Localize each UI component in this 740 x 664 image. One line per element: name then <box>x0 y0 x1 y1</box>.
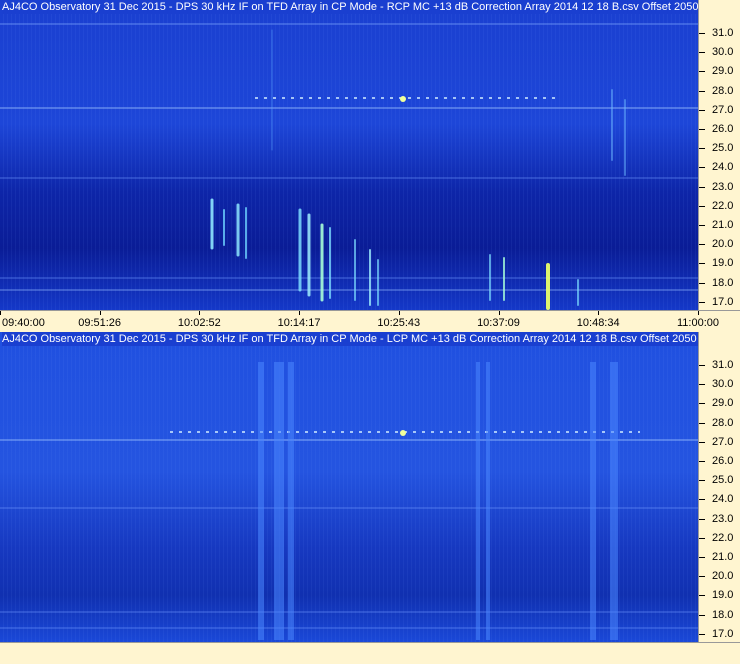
x-tick <box>299 311 301 315</box>
y-tick-label: 31.0 <box>712 359 734 371</box>
y-tick <box>699 33 705 34</box>
y-tick-label: 24.0 <box>712 161 734 174</box>
spectrogram-panel-lcp: AJ4CO Observatory 31 Dec 2015 - DPS 30 k… <box>0 332 740 664</box>
y-tick-label: 26.0 <box>712 455 734 467</box>
y-tick-label: 22.0 <box>712 531 734 544</box>
x-tick <box>698 311 699 315</box>
y-tick <box>699 537 705 539</box>
y-tick-label: 23.0 <box>712 180 734 193</box>
y-tick <box>699 90 705 92</box>
x-tick-label: 10:37:09 <box>477 317 520 329</box>
x-tick-label: 10:02:52 <box>177 317 221 329</box>
time-axis: 09:40:00 09:51:26 10:02:52 10:14:17 10:25:43… <box>0 310 740 332</box>
spectrogram-lcp-features <box>0 362 698 640</box>
y-tick-label: 25.0 <box>712 474 734 487</box>
x-tick-label: 10:25:43 <box>377 317 421 329</box>
y-tick-label: 25.0 <box>712 142 734 155</box>
x-tick <box>199 311 201 315</box>
x-tick-label: 10:14:17 <box>277 317 321 329</box>
y-tick <box>699 205 705 207</box>
y-tick <box>699 422 705 424</box>
y-tick <box>699 441 705 443</box>
x-tick <box>498 311 500 315</box>
y-tick <box>699 129 705 130</box>
y-tick <box>699 225 705 226</box>
y-tick-label: 30.0 <box>712 46 734 59</box>
spectrogram-rcp <box>0 0 698 310</box>
x-tick-label: 11:00:00 <box>677 317 720 329</box>
spectrogram-panel-rcp: AJ4CO Observatory 31 Dec 2015 - DPS 30 k… <box>0 0 740 332</box>
x-tick <box>99 311 101 315</box>
y-tick-label: 24.0 <box>712 493 734 506</box>
y-tick-label: 22.0 <box>712 199 734 212</box>
y-tick <box>699 576 705 578</box>
y-tick <box>699 614 705 616</box>
x-tick <box>398 311 400 315</box>
y-tick <box>699 461 705 462</box>
y-tick <box>699 186 705 188</box>
x-tick <box>598 311 600 315</box>
y-tick <box>699 263 705 265</box>
y-tick-label: 19.0 <box>712 589 734 602</box>
y-tick <box>699 499 705 501</box>
spectrogram-rcp-features <box>0 23 698 310</box>
y-tick <box>699 518 705 520</box>
y-tick-label: 23.0 <box>712 512 734 525</box>
y-tick <box>699 52 705 54</box>
spectrogram-lcp <box>0 332 698 642</box>
y-tick <box>699 384 705 386</box>
x-tick-label: 09:40:00 <box>2 317 45 329</box>
y-tick-label: 28.0 <box>712 84 734 97</box>
y-tick-label: 28.0 <box>712 416 734 429</box>
y-tick-label: 21.0 <box>712 551 734 563</box>
y-tick-label: 18.0 <box>712 608 734 621</box>
y-tick <box>699 167 705 169</box>
x-tick-label: 09:51:26 <box>78 317 122 329</box>
y-tick-label: 21.0 <box>712 219 734 231</box>
y-tick-label: 30.0 <box>712 378 734 391</box>
y-tick <box>699 365 705 366</box>
y-tick-label: 31.0 <box>712 27 734 39</box>
y-tick-label: 26.0 <box>712 123 734 135</box>
y-tick <box>699 301 705 303</box>
spectrogram-title-lcp: AJ4CO Observatory 31 Dec 2015 - DPS 30 k… <box>2 332 740 346</box>
y-tick <box>699 403 705 405</box>
y-tick-label: 17.0 <box>712 295 734 308</box>
y-tick-label: 27.0 <box>712 103 734 116</box>
y-tick <box>699 244 705 246</box>
y-tick <box>699 595 705 597</box>
y-tick-label: 29.0 <box>712 65 734 78</box>
y-tick <box>699 71 705 73</box>
y-tick-label: 19.0 <box>712 257 734 270</box>
y-tick <box>699 633 705 635</box>
frequency-axis-lcp: 31.0 30.0 29.0 28.0 27.0 26.0 25.0 24.0 23.0 22.0… <box>698 332 740 642</box>
y-tick-label: 20.0 <box>712 570 734 583</box>
time-axis-empty <box>0 642 740 664</box>
y-tick <box>699 148 705 150</box>
y-tick-label: 27.0 <box>712 435 734 448</box>
y-tick <box>699 282 705 284</box>
y-tick <box>699 480 705 482</box>
spectrogram-title-rcp: AJ4CO Observatory 31 Dec 2015 - DPS 30 k… <box>2 0 740 14</box>
frequency-axis-rcp: 31.0 30.0 29.0 28.0 27.0 26.0 25.0 24.0 23.0 22.0… <box>698 0 740 310</box>
y-tick <box>699 109 705 111</box>
y-tick-label: 29.0 <box>712 397 734 410</box>
y-tick-label: 18.0 <box>712 276 734 289</box>
x-tick-label: 10:48:34 <box>576 317 620 329</box>
y-tick <box>699 557 705 558</box>
x-tick <box>0 311 1 315</box>
y-tick-label: 17.0 <box>712 627 734 640</box>
y-tick-label: 20.0 <box>712 238 734 251</box>
